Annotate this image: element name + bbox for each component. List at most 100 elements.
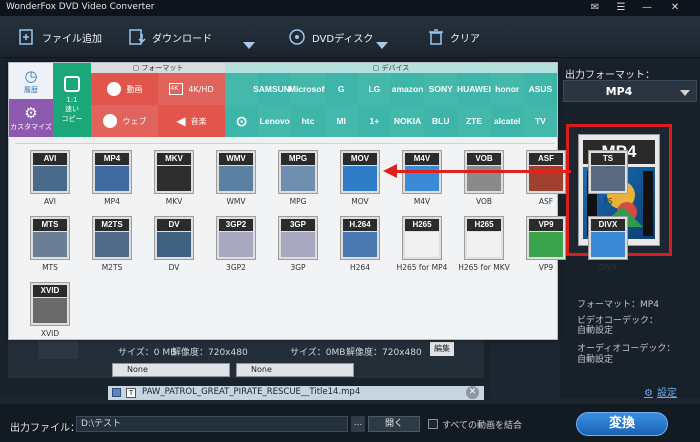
device-tile[interactable]: SONY	[424, 73, 458, 105]
4k-hd-tab[interactable]: 4K 4K/HD	[158, 73, 225, 105]
format-option-h265-for-mp4[interactable]: H265 H265 for MP4	[391, 214, 453, 278]
format-option-mkv[interactable]: MKV MKV	[143, 148, 205, 212]
device-tile[interactable]: MI	[324, 105, 358, 137]
format-option-3gp2[interactable]: 3GP2 3GP2	[205, 214, 267, 278]
chevron-down-icon	[680, 90, 690, 96]
dvd-disc-button[interactable]: DVDディスク	[288, 26, 373, 48]
format-art-icon	[281, 166, 315, 191]
format-icon-label: TS	[591, 153, 625, 165]
close-button[interactable]: ✕	[664, 1, 686, 15]
device-tile[interactable]: G	[324, 73, 358, 105]
device-tile[interactable]: LG	[357, 73, 391, 105]
merge-checkbox[interactable]	[428, 419, 438, 429]
copy-1to1-tab[interactable]: 1:1 速い コピー	[53, 63, 91, 137]
open-folder-button[interactable]: 開く	[368, 416, 420, 432]
device-tile[interactable]: ASUS	[523, 73, 557, 105]
format-option-vob[interactable]: VOB VOB	[453, 148, 515, 212]
format-option-m2ts[interactable]: M2TS M2TS	[81, 214, 143, 278]
clear-button[interactable]: クリア	[428, 26, 480, 48]
format-option-mpg[interactable]: MPG MPG	[267, 148, 329, 212]
file-row[interactable]: T PAW_PATROL_GREAT_PIRATE_RESCUE__Title1…	[108, 386, 484, 400]
edit-button[interactable]: 編集	[430, 342, 454, 356]
format-header-label: フォーマット	[141, 64, 184, 72]
device-tile[interactable]: ⊙	[225, 105, 259, 137]
device-tile[interactable]: BLU	[424, 105, 458, 137]
output-path-input[interactable]: D:\テスト	[76, 416, 348, 432]
motorola-icon: ⊙	[235, 112, 248, 129]
device-tile[interactable]: Microsoft	[289, 73, 327, 105]
format-option-ts[interactable]: TS TS	[577, 148, 639, 212]
file-checkbox[interactable]	[112, 388, 121, 397]
format-art-icon	[591, 166, 625, 191]
download-button[interactable]: ダウンロード	[128, 26, 212, 48]
format-icon-label: MTS	[33, 219, 67, 231]
mail-icon[interactable]: ✉	[584, 1, 606, 15]
music-tab[interactable]: ◀ 音楽	[158, 105, 225, 137]
history-tab[interactable]: ◷ 履歴	[9, 63, 53, 99]
format-option-h265-for-mkv[interactable]: H265 H265 for MKV	[453, 214, 515, 278]
format-option-avi[interactable]: AVI AVI	[19, 148, 81, 212]
output-format-select[interactable]: MP4	[563, 80, 697, 102]
output-resolution: 解像度：720x480	[346, 348, 422, 358]
customize-tab[interactable]: ⚙ カスタマイズ	[9, 99, 53, 137]
4k-hd-label: 4K/HD	[188, 84, 214, 94]
format-name: H265 for MP4	[396, 263, 448, 272]
device-tile[interactable]: NOKIA	[391, 105, 425, 137]
format-option-mp4[interactable]: MP4 MP4	[81, 148, 143, 212]
device-tile[interactable]: SAMSUNG	[253, 73, 297, 105]
remove-file-icon[interactable]: ✕	[466, 386, 479, 399]
device-tile[interactable]: honor	[490, 73, 524, 105]
format-info: フォーマット：MP4	[577, 300, 659, 310]
format-name: H265 for MKV	[458, 263, 510, 272]
settings-link[interactable]: ⚙ 設定	[644, 384, 677, 399]
browse-button[interactable]: ...	[351, 416, 365, 432]
format-art-icon	[405, 232, 439, 257]
device-tile[interactable]: Lenovo	[258, 105, 292, 137]
format-option-3gp[interactable]: 3GP 3GP	[267, 214, 329, 278]
device-tile[interactable]: HUAWEI	[457, 73, 491, 105]
format-art-icon	[95, 232, 129, 257]
format-option-h264[interactable]: H.264 H264	[329, 214, 391, 278]
format-name: AVI	[44, 197, 56, 206]
subtitle-select[interactable]: None	[236, 363, 354, 377]
minimize-button[interactable]: —	[636, 1, 658, 15]
format-icon: VP9	[526, 216, 566, 260]
device-tile[interactable]: TV	[523, 105, 557, 137]
format-name: VOB	[475, 197, 493, 206]
format-option-divx[interactable]: DIVX DIVX	[577, 214, 639, 278]
format-art-icon	[95, 166, 129, 191]
format-icon: H.264	[340, 216, 380, 260]
format-icon-label: MPG	[281, 153, 315, 165]
format-option-xvid[interactable]: XVID XVID	[19, 280, 81, 344]
format-icon: 3GP2	[216, 216, 256, 260]
format-option-wmv[interactable]: WMV WMV	[205, 148, 267, 212]
web-tab[interactable]: ウェブ	[91, 105, 158, 137]
format-name: TS	[603, 197, 613, 206]
format-option-mts[interactable]: MTS MTS	[19, 214, 81, 278]
video-tab[interactable]: 動画	[91, 73, 158, 105]
download-label: ダウンロード	[152, 33, 212, 45]
format-art-icon	[157, 166, 191, 191]
convert-button[interactable]: 変換	[576, 412, 668, 436]
4k-icon: 4K	[169, 83, 184, 95]
format-icon-label: WMV	[219, 153, 253, 165]
download-dropdown-icon[interactable]	[243, 42, 255, 49]
dvd-dropdown-icon[interactable]	[376, 42, 388, 49]
device-tile[interactable]: 1+	[357, 105, 391, 137]
device-tile[interactable]: ZTE	[457, 105, 491, 137]
device-tile[interactable]: alcatel	[490, 105, 524, 137]
format-option-asf[interactable]: ASF ASF	[515, 148, 577, 212]
device-tile[interactable]: htc	[291, 105, 325, 137]
format-option-dv[interactable]: DV DV	[143, 214, 205, 278]
output-format-label: 出力フォーマット：	[565, 70, 655, 81]
format-icon-label: VP9	[529, 219, 563, 231]
format-option-vp9[interactable]: VP9 VP9	[515, 214, 577, 278]
format-option-mov[interactable]: MOV MOV	[329, 148, 391, 212]
format-option-m4v[interactable]: M4V M4V	[391, 148, 453, 212]
device-tile[interactable]: amazon	[391, 73, 425, 105]
add-file-button[interactable]: ファイル追加	[18, 26, 102, 48]
format-icon: TS	[588, 150, 628, 194]
audio-track-select[interactable]: None	[112, 363, 230, 377]
menu-icon[interactable]: ☰	[610, 1, 632, 15]
file-name: PAW_PATROL_GREAT_PIRATE_RESCUE__Title14.…	[142, 387, 361, 397]
